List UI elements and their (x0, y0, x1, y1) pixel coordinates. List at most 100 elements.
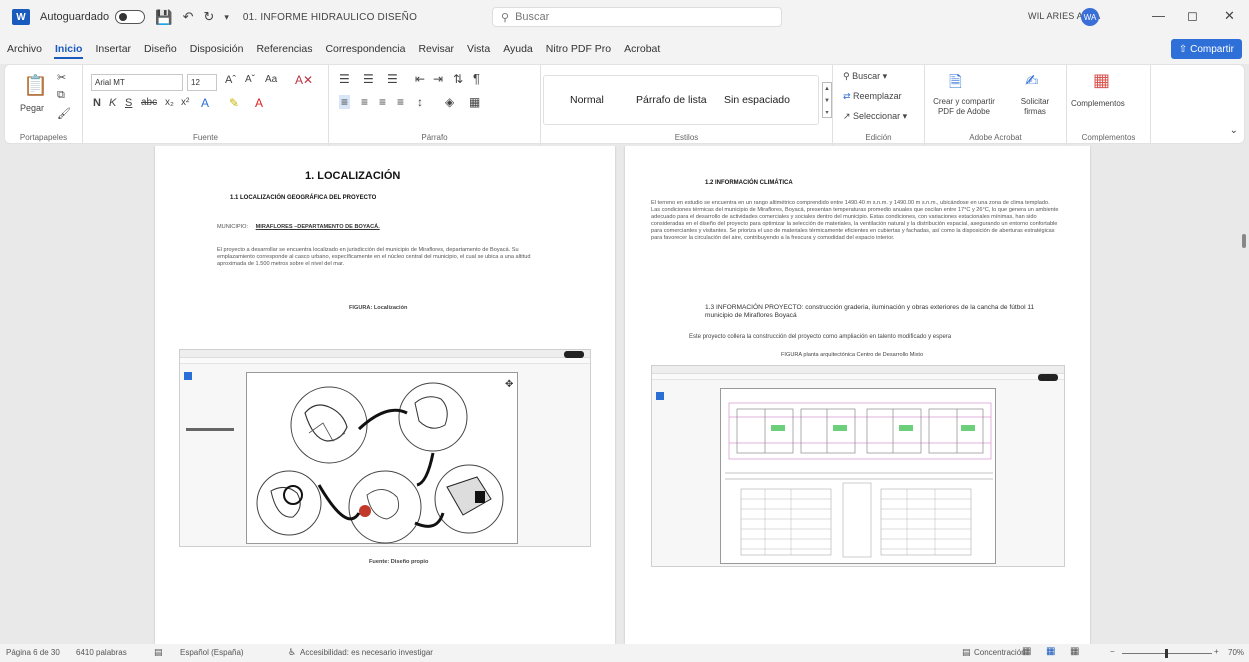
create-share-pdf-button[interactable]: Crear y compartir PDF de Adobe (931, 97, 997, 117)
strikethrough-icon[interactable]: abc (141, 97, 157, 108)
shrink-font-icon[interactable]: Aˇ (245, 74, 255, 85)
word-count[interactable]: 6410 palabras (76, 648, 127, 657)
request-sign-icon[interactable]: ✍ (1025, 71, 1038, 91)
tab-inicio[interactable]: Inicio (54, 39, 84, 59)
scrollbar-thumb[interactable] (1242, 234, 1246, 248)
change-case-icon[interactable]: Aa (265, 74, 277, 85)
avatar[interactable]: WA (1081, 8, 1099, 26)
location-paragraph: El proyecto a desarrollar se encuentra l… (217, 247, 531, 267)
clipboard-group-label: Portapapeles (19, 133, 68, 142)
numbering-icon[interactable]: ☰ (363, 72, 374, 86)
tab-acrobat[interactable]: Acrobat (623, 39, 661, 59)
paste-label[interactable]: Pegar (20, 103, 44, 113)
style-list-paragraph[interactable]: Párrafo de lista (636, 94, 707, 106)
autosave-toggle[interactable] (115, 10, 146, 24)
bullets-icon[interactable]: ☰ (339, 72, 350, 86)
borders-icon[interactable]: ▦ (469, 95, 480, 109)
decrease-indent-icon[interactable]: ⇤ (415, 72, 425, 86)
clear-format-icon[interactable]: A✕ (295, 73, 313, 87)
grow-font-icon[interactable]: Aˆ (225, 74, 236, 86)
redo-icon[interactable]: ↻ (203, 9, 214, 25)
italic-icon[interactable]: K (109, 97, 116, 109)
save-icon[interactable]: 💾 (155, 9, 172, 26)
tab-vista[interactable]: Vista (466, 39, 491, 59)
paste-icon[interactable]: 📋 (23, 73, 48, 98)
font-name-select[interactable]: Arial MT (91, 74, 183, 91)
municipio-line: MUNICIPIO: MIRAFLORES –DEPARTAMENTO DE B… (217, 224, 380, 231)
replace-button[interactable]: ⇄ Reemplazar (843, 91, 902, 102)
undo-icon[interactable]: ↶ (183, 9, 194, 25)
bold-icon[interactable]: N (93, 97, 101, 109)
addins-button[interactable]: Complementos (1071, 99, 1125, 108)
find-button[interactable]: ⚲ Buscar ▾ (843, 71, 887, 82)
tab-diseno[interactable]: Diseño (143, 39, 178, 59)
customize-qat-icon[interactable]: ▾ (224, 12, 229, 23)
format-painter-icon[interactable]: 🖌 (57, 107, 71, 120)
increase-indent-icon[interactable]: ⇥ (433, 72, 443, 86)
show-marks-icon[interactable]: ¶ (473, 71, 480, 86)
tab-nitro[interactable]: Nitro PDF Pro (545, 39, 612, 59)
select-button[interactable]: ↗ Seleccionar ▾ (843, 111, 907, 122)
style-normal[interactable]: Normal (570, 94, 604, 106)
cut-icon[interactable]: ✂ (57, 71, 66, 84)
tab-disposicion[interactable]: Disposición (189, 39, 245, 59)
vertical-scrollbar[interactable] (1240, 146, 1249, 644)
paragraph-group-label: Párrafo (421, 133, 448, 142)
styles-group-label: Estilos (674, 133, 699, 142)
print-layout-icon[interactable]: ▦ (1046, 646, 1055, 657)
tab-insertar[interactable]: Insertar (94, 39, 132, 59)
align-right-icon[interactable]: ≡ (379, 95, 386, 109)
tab-correspondencia[interactable]: Correspondencia (324, 39, 406, 59)
tab-revisar[interactable]: Revisar (417, 39, 455, 59)
maximize-icon[interactable]: ◻ (1187, 8, 1198, 24)
language-indicator[interactable]: Español (España) (180, 648, 244, 657)
line-spacing-icon[interactable]: ↕ (417, 95, 423, 109)
shading-icon[interactable]: ◈ (445, 95, 454, 109)
addins-icon[interactable]: ▦ (1093, 70, 1110, 91)
multilevel-list-icon[interactable]: ☰ (387, 72, 398, 86)
focus-button[interactable]: Concentración (974, 648, 1026, 657)
zoom-level[interactable]: 70% (1228, 648, 1244, 657)
align-left-icon[interactable]: ≡ (339, 95, 351, 109)
styles-scroll-icon[interactable]: ▲ ▼ ▾ (822, 82, 832, 118)
proofing-icon[interactable]: ▤ (154, 647, 163, 658)
municipio-label: MUNICIPIO: (217, 224, 249, 230)
zoom-out-icon[interactable]: − (1110, 647, 1115, 656)
copy-icon[interactable]: ⧉ (57, 89, 65, 102)
share-button[interactable]: ⇧ Compartir (1170, 39, 1242, 59)
tab-referencias[interactable]: Referencias (255, 39, 313, 59)
zoom-in-icon[interactable]: + (1214, 647, 1219, 656)
justify-icon[interactable]: ≡ (397, 95, 404, 109)
request-sign-button[interactable]: Solicitar firmas (1013, 97, 1057, 117)
web-layout-icon[interactable]: ▦ (1070, 646, 1079, 657)
read-mode-icon[interactable]: ▦ (1022, 646, 1031, 657)
accessibility-status[interactable]: Accesibilidad: es necesario investigar (300, 648, 433, 657)
select-icon: ↗ (843, 111, 854, 121)
underline-icon[interactable]: S (125, 97, 132, 109)
font-size-select[interactable]: 12 (187, 74, 217, 91)
share-label: Compartir (1190, 43, 1234, 55)
sort-icon[interactable]: ⇅ (453, 72, 463, 86)
sidebar-icon-2 (656, 392, 664, 400)
collapse-ribbon-icon[interactable]: ⌄ (1230, 125, 1238, 136)
page-count[interactable]: Página 6 de 30 (6, 648, 60, 657)
tab-archivo[interactable]: Archivo (6, 39, 43, 59)
document-title[interactable]: 01. INFORME HIDRAULICO DISEÑO (243, 12, 417, 23)
page-2[interactable]: 1.2 INFORMACIÓN CLIMÁTICA El terreno en … (625, 146, 1090, 644)
tab-ayuda[interactable]: Ayuda (502, 39, 534, 59)
create-pdf-icon[interactable]: 🗎 (949, 71, 962, 98)
minimize-icon[interactable]: — (1152, 8, 1165, 23)
superscript-icon[interactable]: x² (181, 97, 189, 108)
search-box[interactable]: ⚲ Buscar (492, 7, 782, 27)
subscript-icon[interactable]: x₂ (165, 97, 174, 108)
text-effects-icon[interactable]: A (201, 96, 209, 110)
page-1[interactable]: 1. LOCALIZACIÓN 1.1 LOCALIZACIÓN GEOGRÁF… (155, 146, 615, 644)
zoom-slider-thumb[interactable] (1165, 649, 1168, 658)
align-center-icon[interactable]: ≡ (361, 95, 368, 109)
highlight-icon[interactable]: ✎ (229, 96, 239, 110)
close-icon[interactable]: ✕ (1224, 8, 1235, 24)
style-no-spacing[interactable]: Sin espaciado (724, 94, 790, 106)
floor-plan-drawing (725, 402, 993, 558)
font-color-icon[interactable]: A (255, 96, 263, 110)
location-map-screenshot: ✥ (179, 349, 591, 547)
